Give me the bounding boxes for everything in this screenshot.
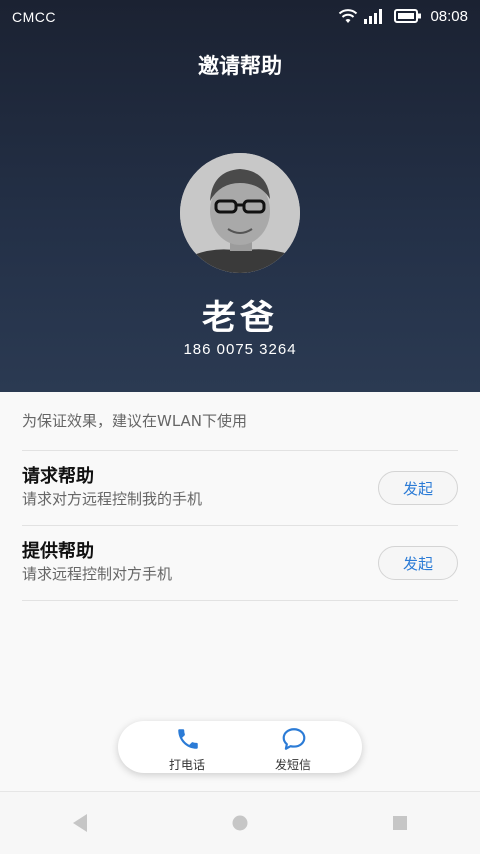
navigation-bar <box>0 791 480 854</box>
sms-button[interactable]: 发短信 <box>248 721 338 773</box>
request-help-subtitle: 请求对方远程控制我的手机 <box>22 490 203 508</box>
sms-label: 发短信 <box>274 758 311 772</box>
wifi-icon <box>338 7 358 27</box>
contact-avatar <box>180 153 300 273</box>
battery-icon <box>394 7 422 27</box>
wlan-tip: 为保证效果，建议在WLAN下使用 <box>22 412 248 430</box>
status-bar: CMCC 08:08 <box>0 0 480 34</box>
divider <box>22 600 458 601</box>
back-icon[interactable] <box>65 810 95 836</box>
call-button[interactable]: 打电话 <box>142 721 232 773</box>
clock: 08:08 <box>430 8 468 25</box>
signal-icon <box>364 7 386 27</box>
carrier-name: CMCC <box>12 9 56 25</box>
contact-header: CMCC 08:08 邀请帮助 老爸 186 0075 3264 <box>0 0 480 392</box>
call-label: 打电话 <box>168 758 205 772</box>
divider <box>22 450 458 451</box>
offer-help-start-button[interactable]: 发起 <box>378 546 458 580</box>
contact-phone: 186 0075 3264 <box>183 341 297 358</box>
contact-name: 老爸 <box>202 298 278 338</box>
offer-help-subtitle: 请求远程控制对方手机 <box>22 565 173 583</box>
page-title: 邀请帮助 <box>198 54 282 78</box>
request-help-start-button[interactable]: 发起 <box>378 471 458 505</box>
home-icon[interactable] <box>225 810 255 836</box>
request-help-title: 请求帮助 <box>22 466 94 487</box>
offer-help-title: 提供帮助 <box>22 541 94 562</box>
recents-icon[interactable] <box>385 810 415 836</box>
bottom-action-bar: 打电话 发短信 <box>118 721 362 773</box>
divider <box>22 525 458 526</box>
